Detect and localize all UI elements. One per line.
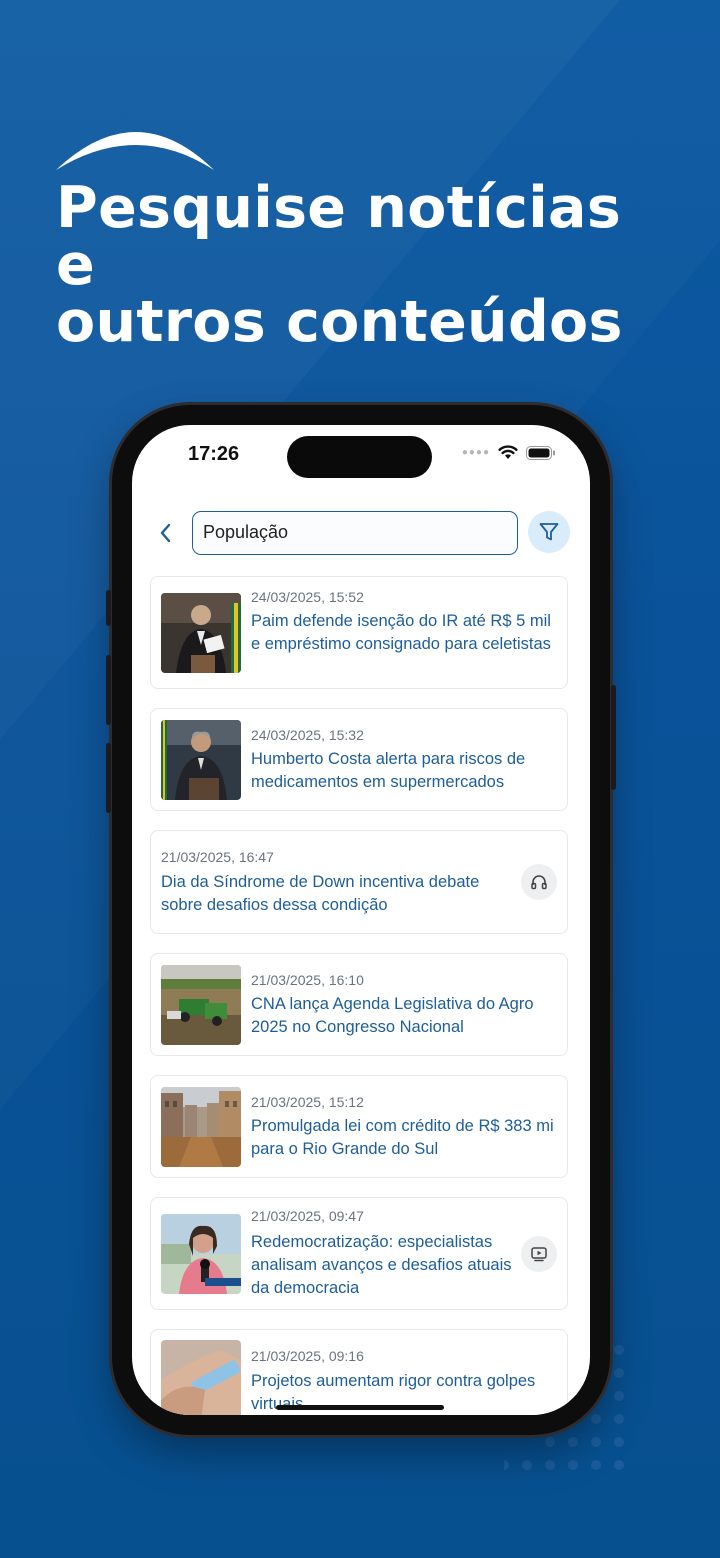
result-date: 21/03/2025, 09:16 (251, 1348, 364, 1364)
wifi-icon (498, 445, 518, 459)
status-icons: ●●●● (462, 445, 556, 460)
thumbnail-farm-harvest (161, 965, 241, 1045)
phone-volume-up (106, 655, 111, 725)
filter-button[interactable] (528, 511, 570, 553)
promo-headline-line2: outros conteúdos (56, 289, 623, 355)
status-time: 17:26 (188, 443, 240, 465)
search-bar: População (154, 511, 570, 555)
signal-icon: ●●●● (461, 447, 490, 458)
back-icon[interactable] (154, 519, 178, 547)
search-input[interactable]: População (192, 511, 518, 555)
result-card[interactable]: 21/03/2025, 09:16 Projetos aumentam rigo… (150, 1329, 568, 1415)
result-date: 21/03/2025, 16:10 (251, 972, 364, 988)
result-date: 21/03/2025, 16:47 (161, 849, 274, 865)
thumbnail-senator-podium (161, 720, 241, 800)
result-card[interactable]: 21/03/2025, 16:10 CNA lança Agenda Legis… (150, 953, 568, 1056)
result-card[interactable]: 21/03/2025, 16:47 Dia da Síndrome de Dow… (150, 830, 568, 934)
result-date: 21/03/2025, 09:47 (251, 1208, 364, 1224)
result-title[interactable]: Redemocratização: especialistas analisam… (251, 1231, 513, 1300)
thumbnail-card-hands (161, 1340, 241, 1415)
filter-icon (539, 523, 559, 541)
result-card[interactable]: 24/03/2025, 15:32 Humberto Costa alerta … (150, 708, 568, 811)
result-title[interactable]: Dia da Síndrome de Down incentiva debate… (161, 871, 506, 917)
thumbnail-interview (161, 1214, 241, 1294)
result-title[interactable]: Humberto Costa alerta para riscos de med… (251, 748, 556, 794)
result-date: 21/03/2025, 15:12 (251, 1094, 364, 1110)
thumbnail-senator-speaking (161, 593, 241, 673)
result-card[interactable]: 21/03/2025, 09:47 Redemocratização: espe… (150, 1197, 568, 1310)
result-date: 24/03/2025, 15:32 (251, 727, 364, 743)
phone-action-button (106, 590, 111, 626)
logo-arc-icon (56, 132, 214, 170)
video-icon (531, 1247, 547, 1262)
promo-headline: Pesquise notícias e outros conteúdos (56, 180, 676, 351)
result-title[interactable]: Paim defende isenção do IR até R$ 5 mil … (251, 610, 556, 656)
headphones-icon (531, 875, 547, 890)
phone-power-button (611, 685, 616, 790)
audio-button[interactable] (521, 864, 557, 900)
app-screen: 17:26 ●●●● População 24/03/2025, 15:52 P… (132, 425, 590, 1415)
result-date: 24/03/2025, 15:52 (251, 589, 364, 605)
promo-headline-line1: Pesquise notícias e (56, 175, 622, 298)
result-card[interactable]: 24/03/2025, 15:52 Paim defende isenção d… (150, 576, 568, 689)
home-indicator (276, 1405, 444, 1410)
phone-volume-down (106, 743, 111, 813)
video-button[interactable] (521, 1236, 557, 1272)
result-card[interactable]: 21/03/2025, 15:12 Promulgada lei com cré… (150, 1075, 568, 1178)
result-title[interactable]: CNA lança Agenda Legislativa do Agro 202… (251, 993, 559, 1039)
dynamic-island (287, 436, 432, 478)
thumbnail-flooded-street (161, 1087, 241, 1167)
battery-icon (526, 445, 555, 460)
result-title[interactable]: Promulgada lei com crédito de R$ 383 mi … (251, 1115, 559, 1161)
phone-mockup: 17:26 ●●●● População 24/03/2025, 15:52 P… (106, 405, 616, 1435)
